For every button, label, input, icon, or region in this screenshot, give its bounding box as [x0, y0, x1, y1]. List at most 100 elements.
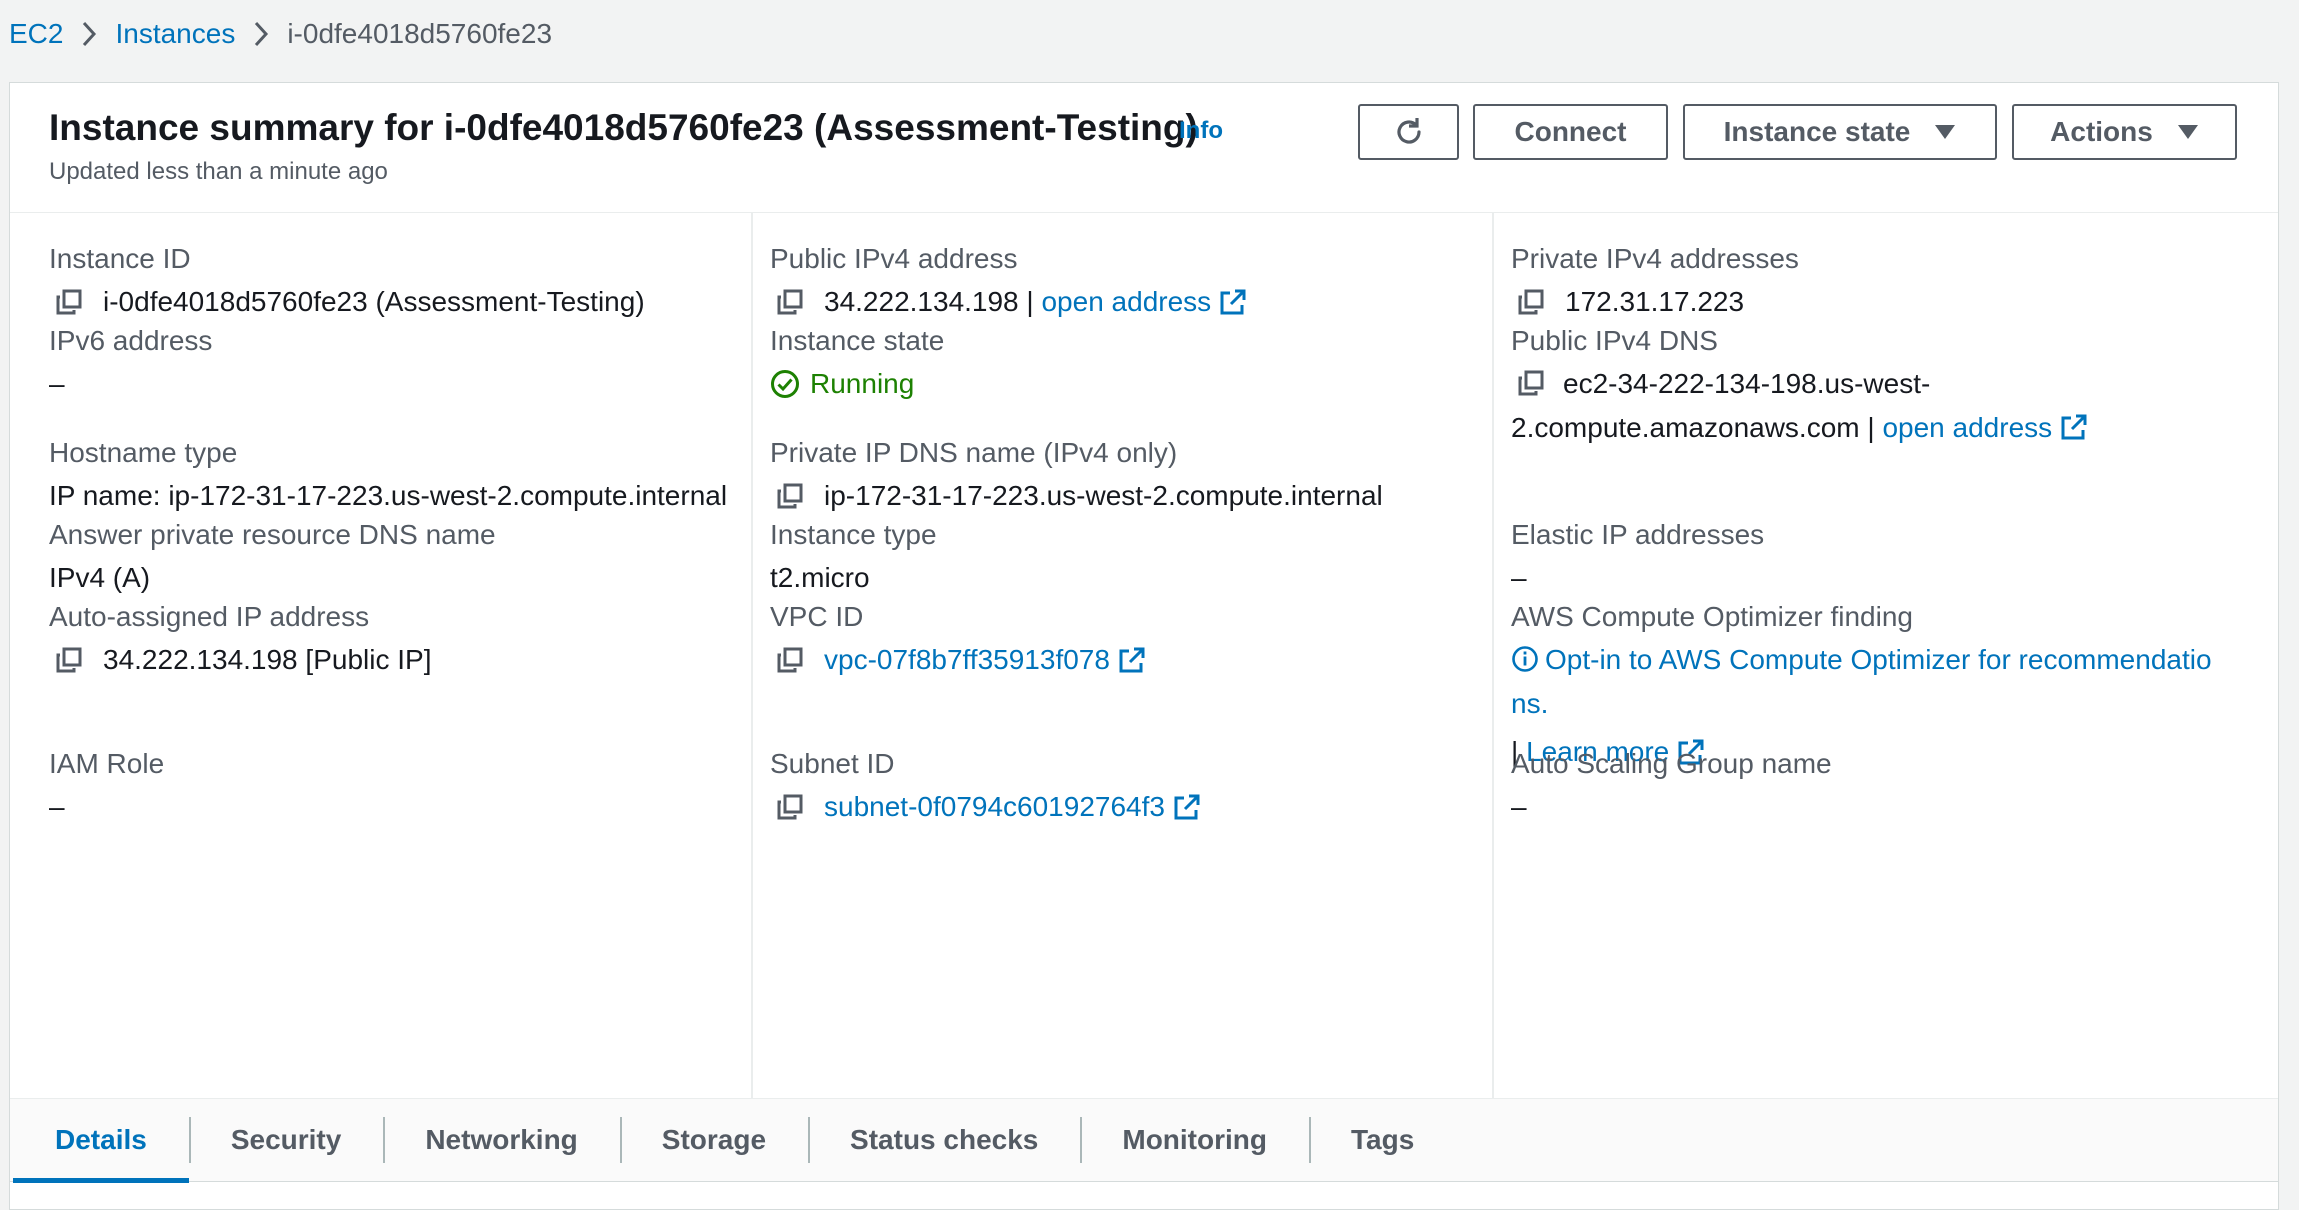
- instance-id-value-row: i-0dfe4018d5760fe23 (Assessment-Testing): [49, 280, 735, 324]
- elastic-ip-label: Elastic IP addresses: [1511, 519, 1765, 550]
- auto-ip-value-row: 34.222.134.198 [Public IP]: [49, 638, 735, 682]
- subnet-id-label: Subnet ID: [770, 748, 895, 779]
- field-answer-dns: Answer private resource DNS name IPv4 (A…: [49, 515, 735, 600]
- answer-dns-value: IPv4 (A): [49, 562, 151, 593]
- check-circle-icon: [771, 370, 799, 398]
- actions-dropdown[interactable]: Actions: [2012, 104, 2237, 160]
- open-address-link[interactable]: open address: [1882, 412, 2052, 443]
- field-iam-role: IAM Role –: [49, 744, 735, 829]
- auto-ip-label: Auto-assigned IP address: [49, 601, 370, 632]
- copy-icon[interactable]: [776, 793, 804, 821]
- elastic-ip-value: –: [1511, 562, 1527, 593]
- breadcrumb-instances[interactable]: Instances: [115, 18, 235, 50]
- connect-button[interactable]: Connect: [1473, 104, 1668, 160]
- external-link-icon: [1220, 289, 1246, 315]
- field-private-dns: Private IP DNS name (IPv4 only) ip-172-3…: [770, 433, 1476, 518]
- public-ipv4-value-row: 34.222.134.198 | open address: [770, 280, 1476, 324]
- details-column-3: Private IPv4 addresses 172.31.17.223 Pub…: [1492, 213, 2233, 1165]
- separator: |: [1018, 286, 1042, 317]
- iam-role-label: IAM Role: [49, 748, 165, 779]
- ipv6-label: IPv6 address: [49, 325, 213, 356]
- tab-monitoring[interactable]: Monitoring: [1080, 1111, 1309, 1169]
- optimizer-opt-in-link[interactable]: Opt-in to AWS Compute Optimizer for reco…: [1511, 644, 2212, 719]
- tab-security[interactable]: Security: [188, 1111, 384, 1169]
- connect-button-label: Connect: [1514, 116, 1627, 147]
- tab-tags[interactable]: Tags: [1309, 1111, 1456, 1169]
- caret-down-icon: [2177, 125, 2198, 139]
- external-link-icon: [1119, 647, 1145, 673]
- copy-icon[interactable]: [1517, 288, 1545, 316]
- public-ipv4-value: 34.222.134.198: [824, 286, 1019, 317]
- tab-status-checks[interactable]: Status checks: [808, 1111, 1080, 1169]
- tab-networking[interactable]: Networking: [383, 1111, 619, 1169]
- field-auto-ip: Auto-assigned IP address 34.222.134.198 …: [49, 597, 735, 682]
- tab-storage[interactable]: Storage: [619, 1111, 808, 1169]
- hostname-type-value: IP name: ip-172-31-17-223.us-west-2.comp…: [49, 480, 728, 511]
- chevron-right-icon: [63, 20, 115, 48]
- instance-type-value: t2.micro: [770, 562, 870, 593]
- public-ipv4-label: Public IPv4 address: [770, 243, 1018, 274]
- field-public-ipv4: Public IPv4 address 34.222.134.198 | ope…: [770, 239, 1476, 324]
- optimizer-label: AWS Compute Optimizer finding: [1511, 601, 1913, 632]
- field-public-dns: Public IPv4 DNS ec2-34-222-134-198.us-we…: [1511, 321, 2173, 450]
- optimizer-value-row: Opt-in to AWS Compute Optimizer for reco…: [1511, 638, 2217, 726]
- instance-summary-panel: Instance summary for i-0dfe4018d5760fe23…: [9, 82, 2279, 1210]
- copy-icon[interactable]: [776, 646, 804, 674]
- iam-role-value: –: [49, 791, 65, 822]
- info-circle-icon: [1512, 646, 1538, 672]
- private-ipv4-label: Private IPv4 addresses: [1511, 243, 1799, 274]
- copy-icon[interactable]: [776, 288, 804, 316]
- open-address-link[interactable]: open address: [1041, 280, 1211, 324]
- field-instance-state: Instance state Running: [770, 321, 1476, 406]
- instance-state-field-label: Instance state: [770, 325, 945, 356]
- vpc-id-label: VPC ID: [770, 601, 864, 632]
- external-link-icon: [2061, 414, 2087, 440]
- vpc-id-link[interactable]: vpc-07f8b7ff35913f078: [824, 638, 1110, 682]
- ipv6-value: –: [49, 368, 65, 399]
- refresh-icon: [1396, 118, 1421, 144]
- instance-id-label: Instance ID: [49, 243, 191, 274]
- instance-state-status: Running: [770, 362, 1476, 406]
- subnet-id-value-row: subnet-0f0794c60192764f3: [770, 785, 1476, 829]
- actions-label: Actions: [2050, 116, 2153, 147]
- field-ipv6: IPv6 address –: [49, 321, 735, 406]
- details-column-1: Instance ID i-0dfe4018d5760fe23 (Assessm…: [10, 213, 751, 1165]
- private-dns-value-row: ip-172-31-17-223.us-west-2.compute.inter…: [770, 474, 1476, 518]
- breadcrumb-current-instance: i-0dfe4018d5760fe23: [287, 18, 553, 49]
- field-instance-type: Instance type t2.micro: [770, 515, 1476, 600]
- private-ipv4-value-row: 172.31.17.223: [1511, 280, 2217, 324]
- instance-state-label: Instance state: [1723, 116, 1911, 147]
- private-dns-value: ip-172-31-17-223.us-west-2.compute.inter…: [824, 480, 1383, 511]
- instance-type-label: Instance type: [770, 519, 937, 550]
- copy-icon[interactable]: [55, 646, 83, 674]
- auto-ip-value: 34.222.134.198 [Public IP]: [103, 644, 432, 675]
- asg-name-value: –: [1511, 791, 1527, 822]
- breadcrumb: EC2 Instances i-0dfe4018d5760fe23: [9, 14, 552, 54]
- field-instance-id: Instance ID i-0dfe4018d5760fe23 (Assessm…: [49, 239, 735, 324]
- external-link-icon: [1174, 794, 1200, 820]
- vpc-id-value-row: vpc-07f8b7ff35913f078: [770, 638, 1476, 682]
- instance-state-value: Running: [810, 368, 915, 399]
- details-column-2: Public IPv4 address 34.222.134.198 | ope…: [751, 213, 1492, 1165]
- field-elastic-ip: Elastic IP addresses –: [1511, 515, 2217, 600]
- info-link[interactable]: Info: [1179, 117, 1223, 145]
- field-asg-name: Auto Scaling Group name –: [1511, 744, 2217, 829]
- instance-state-dropdown[interactable]: Instance state: [1683, 104, 1997, 160]
- subnet-id-link[interactable]: subnet-0f0794c60192764f3: [824, 785, 1165, 829]
- tab-details[interactable]: Details: [13, 1111, 189, 1183]
- asg-name-label: Auto Scaling Group name: [1511, 748, 1832, 779]
- hostname-type-label: Hostname type: [49, 437, 238, 468]
- field-private-ipv4: Private IPv4 addresses 172.31.17.223: [1511, 239, 2217, 324]
- private-dns-label: Private IP DNS name (IPv4 only): [770, 437, 1178, 468]
- field-vpc-id: VPC ID vpc-07f8b7ff35913f078: [770, 597, 1476, 682]
- page-title: Instance summary for i-0dfe4018d5760fe23…: [49, 107, 1198, 148]
- instance-id-value: i-0dfe4018d5760fe23 (Assessment-Testing): [103, 286, 645, 317]
- updated-timestamp: Updated less than a minute ago: [49, 158, 388, 185]
- copy-icon[interactable]: [55, 288, 83, 316]
- breadcrumb-ec2[interactable]: EC2: [9, 18, 63, 50]
- field-hostname-type: Hostname type IP name: ip-172-31-17-223.…: [49, 433, 735, 518]
- refresh-button[interactable]: [1358, 104, 1459, 160]
- caret-down-icon: [1935, 125, 1956, 139]
- copy-icon[interactable]: [1517, 369, 1545, 397]
- copy-icon[interactable]: [776, 482, 804, 510]
